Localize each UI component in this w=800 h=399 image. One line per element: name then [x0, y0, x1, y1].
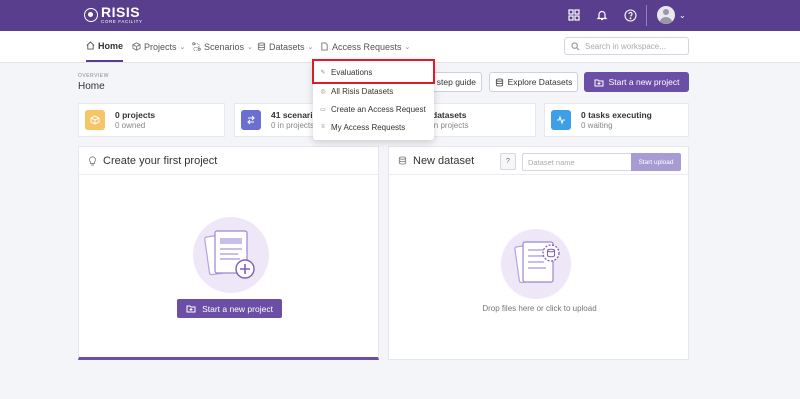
stat-datasets-count: datasets [432, 110, 467, 120]
new-dataset-title: New dataset [413, 154, 475, 167]
menu-item-create-access-request[interactable]: ▭ Create an Access Request [313, 100, 434, 118]
explore-datasets-button[interactable]: Explore Datasets [489, 72, 578, 92]
stat-projects-sub: 0 owned [115, 121, 146, 130]
bell-icon[interactable] [594, 7, 610, 23]
database-icon [257, 42, 266, 51]
cube-icon [132, 42, 141, 51]
help-button[interactable]: ? [500, 153, 516, 170]
database-icon [495, 77, 503, 87]
menu-item-label: My Access Requests [331, 122, 406, 132]
stat-projects-count: 0 projects [115, 110, 156, 120]
database-icon: ◎ [320, 88, 326, 95]
logo-icon [84, 7, 98, 22]
nav-access-requests[interactable]: Access Requests ⌄ [320, 31, 410, 62]
drop-files-text[interactable]: Drop files here or click to upload [389, 304, 690, 313]
chevron-down-icon: ⌄ [404, 43, 411, 51]
database-icon [398, 156, 407, 165]
access-requests-dropdown: ✎ Evaluations ◎ All Risis Datasets ▭ Cre… [313, 60, 434, 140]
create-project-panel: Create your first project Start a new pr… [78, 146, 379, 360]
nav-projects-label: Projects [144, 41, 177, 52]
stat-tasks[interactable]: 0 tasks executing 0 waiting [544, 103, 689, 137]
menu-item-all-risis-datasets[interactable]: ◎ All Risis Datasets [313, 82, 434, 100]
stat-datasets-sub: in projects [432, 121, 469, 130]
nav-projects[interactable]: Projects ⌄ [132, 31, 185, 62]
start-new-project-label: Start a new project [608, 77, 680, 87]
chevron-down-icon: ⌄ [247, 43, 253, 51]
stat-tasks-sub: 0 waiting [581, 121, 613, 130]
nav-datasets-label: Datasets [269, 41, 305, 52]
search-box[interactable] [564, 37, 689, 55]
nav-home[interactable]: Home [86, 31, 124, 62]
start-upload-button[interactable]: Start upload [631, 153, 681, 171]
menu-item-my-access-requests[interactable]: ≡ My Access Requests [313, 118, 434, 136]
search-input[interactable] [585, 41, 680, 51]
logo-name: RISIS [101, 4, 141, 20]
logo-subtitle: CORE FACILITY [101, 19, 143, 24]
dataset-name-input[interactable] [522, 153, 632, 171]
nav-datasets[interactable]: Datasets ⌄ [257, 31, 313, 62]
nav-home-label: Home [98, 40, 124, 51]
document-icon [321, 42, 328, 51]
cube-icon [85, 110, 105, 130]
folder-plus-icon [594, 79, 604, 86]
nav-access-requests-label: Access Requests [332, 41, 402, 52]
scenario-icon [241, 110, 261, 130]
start-new-project-label: Start a new project [202, 303, 273, 314]
menu-item-label: Create an Access Request [331, 104, 426, 114]
stat-tasks-count: 0 tasks executing [581, 110, 652, 120]
nav-scenarios[interactable]: Scenarios ⌄ [192, 31, 253, 62]
stat-projects[interactable]: 0 projects 0 owned [78, 103, 225, 137]
home-icon [86, 41, 95, 50]
divider [646, 5, 647, 26]
nav-scenarios-label: Scenarios [204, 41, 245, 52]
search-icon [571, 41, 580, 50]
create-project-title: Create your first project [103, 154, 218, 167]
project-illustration [191, 215, 271, 295]
start-new-project-button[interactable]: Start a new project [584, 72, 689, 92]
step-guide-label: step guide [436, 77, 476, 87]
chevron-down-icon: ⌄ [179, 43, 186, 51]
top-bar: RISIS CORE FACILITY ⌄ [0, 0, 800, 31]
chevron-down-icon[interactable]: ⌄ [679, 11, 686, 20]
scenario-icon [192, 42, 201, 51]
menu-item-evaluations[interactable]: ✎ Evaluations [313, 63, 434, 81]
overview-label: OVERVIEW [78, 73, 109, 79]
logo[interactable]: RISIS CORE FACILITY [84, 5, 143, 25]
menu-item-label: Evaluations [331, 67, 373, 77]
panel-header: Create your first project [79, 147, 378, 175]
page-title: Home [78, 81, 105, 92]
avatar[interactable] [657, 6, 675, 24]
activity-icon [551, 110, 571, 130]
menu-item-label: All Risis Datasets [331, 86, 394, 96]
apps-grid-icon[interactable] [566, 7, 582, 23]
document-plus-icon: ▭ [320, 106, 326, 113]
dataset-illustration[interactable] [499, 227, 573, 301]
new-dataset-panel: New dataset ? Start upload Drop files he… [388, 146, 689, 360]
start-new-project-button[interactable]: Start a new project [177, 299, 282, 318]
folder-plus-icon [186, 305, 196, 313]
chevron-down-icon: ⌄ [307, 43, 314, 51]
help-icon[interactable] [622, 7, 638, 23]
explore-datasets-label: Explore Datasets [507, 77, 573, 87]
evaluation-icon: ✎ [320, 69, 326, 76]
list-icon: ≡ [321, 124, 325, 130]
lightbulb-icon [89, 155, 96, 165]
nav-bar: Home Projects ⌄ Scenarios ⌄ Datasets ⌄ A… [0, 31, 800, 63]
